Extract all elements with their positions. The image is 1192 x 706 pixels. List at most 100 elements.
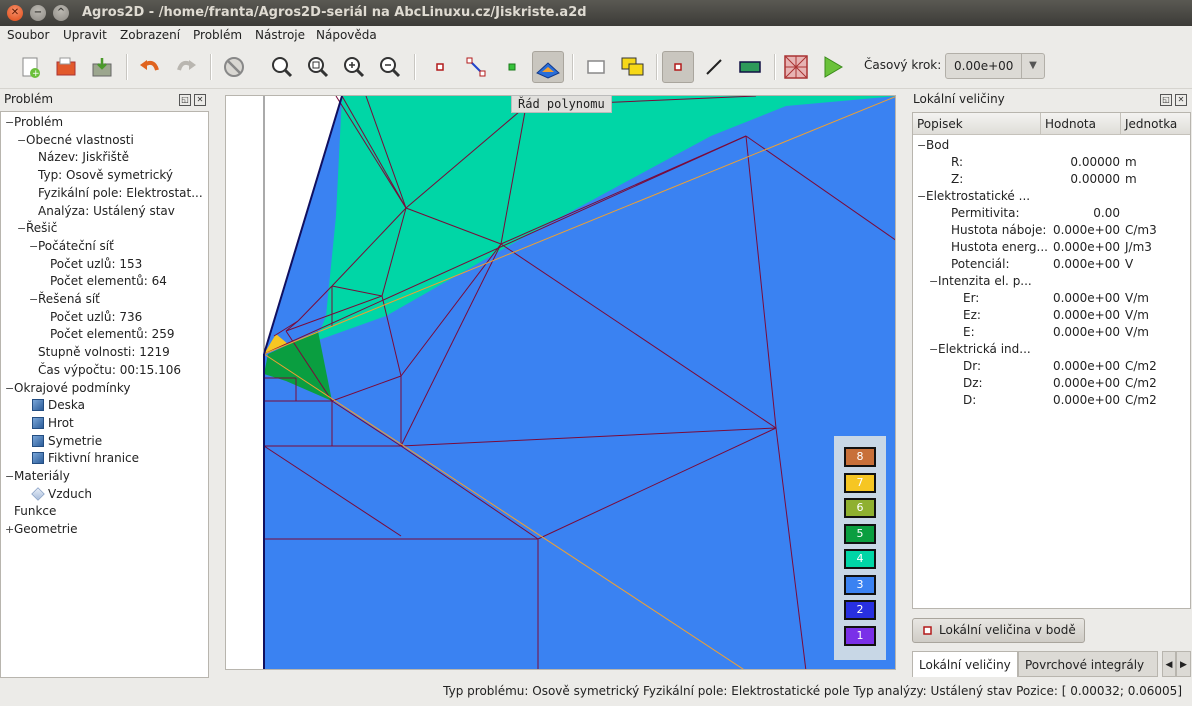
tree-item[interactable]: −Materiály <box>5 468 70 485</box>
tab-scroll-right-icon[interactable]: ▶ <box>1176 651 1191 677</box>
table-row[interactable]: Ez: 0.000e+00 V/m <box>913 307 1190 324</box>
undo-icon[interactable] <box>134 51 166 83</box>
table-row[interactable]: Er: 0.000e+00 V/m <box>913 290 1190 307</box>
collapse-icon[interactable]: − <box>5 468 14 485</box>
redo-icon[interactable] <box>170 51 202 83</box>
window-maximize-button[interactable]: ^ <box>53 5 69 21</box>
timestep-select[interactable]: 0.00e+00 ▼ <box>945 53 1045 79</box>
zoom-out-icon[interactable] <box>374 51 406 83</box>
tree-item[interactable]: Fiktivní hranice <box>17 450 139 467</box>
tree-item[interactable]: Funkce <box>5 503 56 520</box>
tree-item[interactable]: −Okrajové podmínky <box>5 380 130 397</box>
save-icon[interactable] <box>86 51 118 83</box>
collapse-icon[interactable]: − <box>29 238 38 255</box>
column-header-label[interactable]: Popisek <box>913 113 1041 135</box>
node-mode-icon[interactable] <box>424 51 456 83</box>
collapse-icon[interactable]: − <box>5 114 14 131</box>
close-panel-icon[interactable]: ✕ <box>1175 94 1187 106</box>
tab-local-values[interactable]: Lokální veličiny <box>912 651 1018 677</box>
collapse-icon[interactable]: − <box>917 137 926 154</box>
tree-item[interactable]: Vzduch <box>17 486 92 503</box>
menu-soubor[interactable]: Soubor <box>7 28 49 42</box>
edge-mode-icon[interactable] <box>460 51 492 83</box>
table-row[interactable]: E: 0.000e+00 V/m <box>913 324 1190 341</box>
tree-item[interactable]: −Řešená síť <box>29 291 100 308</box>
expand-icon[interactable]: + <box>5 521 14 538</box>
tree-item[interactable]: Počet uzlů: 153 <box>41 256 142 273</box>
menu-napoveda[interactable]: Nápověda <box>316 28 377 42</box>
geometry-canvas[interactable] <box>225 95 896 670</box>
tree-item[interactable]: Stupně volnosti: 1219 <box>29 344 170 361</box>
tree-item[interactable]: Analýza: Ustálený stav <box>29 203 175 220</box>
float-panel-icon[interactable]: ◱ <box>179 94 191 106</box>
table-row[interactable]: Hustota energ... 0.000e+00 J/m3 <box>913 239 1190 256</box>
collapse-icon[interactable]: − <box>929 341 938 358</box>
tree-item[interactable]: Počet uzlů: 736 <box>41 309 142 326</box>
collapse-icon[interactable]: − <box>929 273 938 290</box>
zoom-best-fit-icon[interactable] <box>266 51 298 83</box>
line-icon[interactable] <box>698 51 730 83</box>
stop-icon[interactable] <box>218 51 250 83</box>
window-minimize-button[interactable]: − <box>30 5 46 21</box>
window-close-button[interactable]: ✕ <box>7 5 23 21</box>
table-row[interactable]: −Intenzita el. p... <box>913 273 1190 290</box>
close-panel-icon[interactable]: ✕ <box>194 94 206 106</box>
column-header-value[interactable]: Hodnota <box>1041 113 1121 135</box>
postprocessor-mode-icon[interactable] <box>532 51 564 83</box>
table-row[interactable]: Dr: 0.000e+00 C/m2 <box>913 358 1190 375</box>
tree-item[interactable]: Počet elementů: 64 <box>41 273 167 290</box>
collapse-icon[interactable]: − <box>17 132 26 149</box>
chevron-down-icon[interactable]: ▼ <box>1021 54 1044 78</box>
node-select-icon[interactable] <box>662 51 694 83</box>
table-row[interactable]: Z: 0.00000 m <box>913 171 1190 188</box>
tree-item[interactable]: −Počáteční síť <box>29 238 114 255</box>
tree-item[interactable]: Hrot <box>17 415 74 432</box>
open-folder-icon[interactable] <box>50 51 82 83</box>
tree-item[interactable]: Fyzikální pole: Elektrostat... <box>29 185 203 202</box>
local-value-at-point-button[interactable]: Lokální veličina v bodě <box>912 618 1085 643</box>
table-row[interactable]: Potenciál: 0.000e+00 V <box>913 256 1190 273</box>
collapse-icon[interactable]: − <box>5 380 14 397</box>
tree-item[interactable]: Symetrie <box>17 433 102 450</box>
tab-scroll-left-icon[interactable]: ◀ <box>1162 651 1176 677</box>
float-panel-icon[interactable]: ◱ <box>1160 94 1172 106</box>
table-row[interactable]: Permitivita: 0.00 <box>913 205 1190 222</box>
collapse-icon[interactable]: − <box>917 188 926 205</box>
group-icon[interactable] <box>616 51 648 83</box>
tree-item[interactable]: Počet elementů: 259 <box>41 326 175 343</box>
tree-item[interactable]: +Geometrie <box>5 521 77 538</box>
table-row[interactable]: −Bod <box>913 137 1190 154</box>
tree-item[interactable]: −Řešič <box>17 220 57 237</box>
table-row[interactable]: R: 0.00000 m <box>913 154 1190 171</box>
rectangle-icon[interactable] <box>734 51 766 83</box>
table-row[interactable]: −Elektrická ind... <box>913 341 1190 358</box>
table-row[interactable]: Dz: 0.000e+00 C/m2 <box>913 375 1190 392</box>
menu-problem[interactable]: Problém <box>193 28 242 42</box>
collapse-icon[interactable]: − <box>29 291 38 308</box>
menu-zobrazeni[interactable]: Zobrazení <box>120 28 180 42</box>
zoom-in-icon[interactable] <box>338 51 370 83</box>
tree-item[interactable]: Čas výpočtu: 00:15.106 <box>29 362 181 379</box>
tree-item[interactable]: −Problém <box>5 114 63 131</box>
table-row[interactable]: −Elektrostatické ... <box>913 188 1190 205</box>
tab-surface-integrals[interactable]: Povrchové integrály <box>1018 651 1158 677</box>
row-label-text: Bod <box>926 138 950 152</box>
solve-icon[interactable] <box>816 51 848 83</box>
tree-item[interactable]: −Obecné vlastnosti <box>17 132 134 149</box>
row-unit: C/m2 <box>1125 376 1157 390</box>
label-mode-icon[interactable] <box>496 51 528 83</box>
menu-upravit[interactable]: Upravit <box>63 28 107 42</box>
column-header-unit[interactable]: Jednotka <box>1121 113 1190 135</box>
legend-entry: 5 <box>844 523 876 544</box>
mesh-icon[interactable] <box>780 51 812 83</box>
zoom-region-icon[interactable] <box>302 51 334 83</box>
new-document-icon[interactable]: + <box>14 51 46 83</box>
menu-nastroje[interactable]: Nástroje <box>255 28 305 42</box>
tree-item[interactable]: Název: Jiskřiště <box>29 149 129 166</box>
tree-item[interactable]: Typ: Osově symetrický <box>29 167 173 184</box>
table-row[interactable]: D: 0.000e+00 C/m2 <box>913 392 1190 409</box>
tree-item[interactable]: Deska <box>17 397 85 414</box>
select-icon[interactable] <box>580 51 612 83</box>
collapse-icon[interactable]: − <box>17 220 26 237</box>
table-row[interactable]: Hustota náboje: 0.000e+00 C/m3 <box>913 222 1190 239</box>
